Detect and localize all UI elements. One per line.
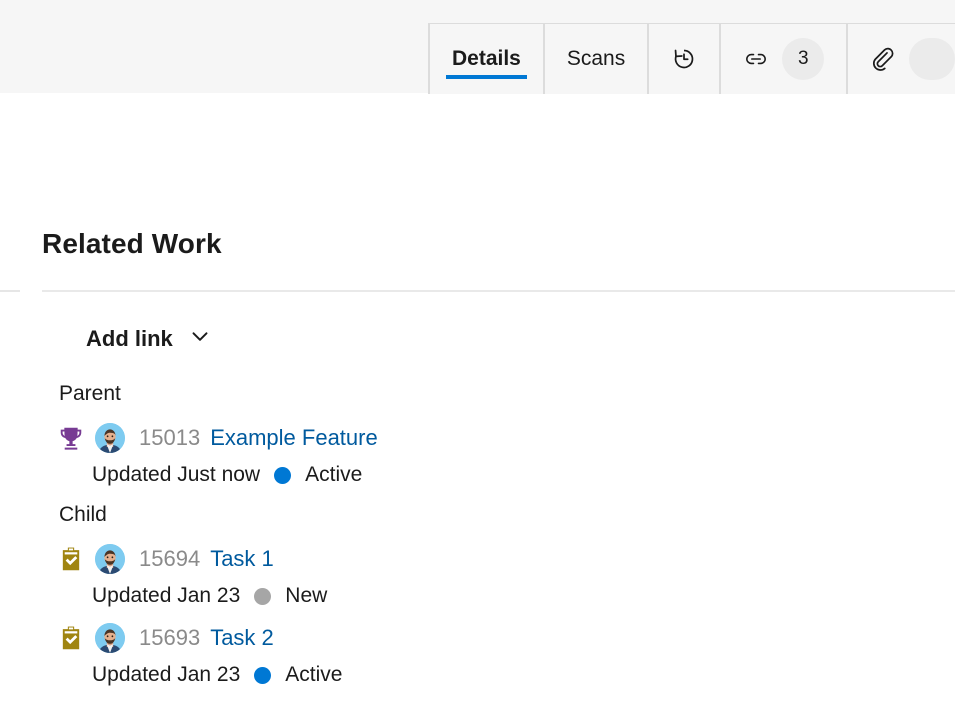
link-icon xyxy=(743,46,769,72)
tab-links[interactable]: 3 xyxy=(719,23,847,94)
link-group-label: Parent xyxy=(59,382,121,405)
avatar xyxy=(95,544,125,574)
state-dot-icon xyxy=(254,666,272,684)
add-link-button[interactable]: Add link xyxy=(86,323,213,354)
work-item-title-link[interactable]: Example Feature xyxy=(210,425,378,451)
tab-details-label: Details xyxy=(452,47,521,70)
links-count-badge: 3 xyxy=(782,38,825,80)
work-item-updated: Updated Just now xyxy=(92,463,261,486)
add-link-label: Add link xyxy=(86,325,173,351)
avatar xyxy=(95,423,125,453)
tab-scans[interactable]: Scans xyxy=(542,23,648,94)
link-group-label: Child xyxy=(59,503,107,526)
work-item-id: 15693 xyxy=(139,625,201,650)
link-group-items: 15694 Task 1 Updated Jan 23 New 15693 Ta… xyxy=(0,535,955,693)
work-item-state: Active xyxy=(305,463,363,486)
tab-history[interactable] xyxy=(647,23,720,94)
attachments-count-badge xyxy=(909,38,955,80)
related-work-list: Parent 15013 Example Feature Updated Jus… xyxy=(0,374,955,695)
active-tab-indicator xyxy=(446,75,527,79)
avatar xyxy=(95,623,125,653)
work-item-id: 15694 xyxy=(139,546,201,571)
task-clipboard-icon xyxy=(57,545,85,573)
work-item-state: Active xyxy=(285,663,343,686)
work-item-updated: Updated Jan 23 xyxy=(92,584,241,607)
related-work-item-meta: Updated Just now Active xyxy=(57,457,955,493)
tab-attachments[interactable] xyxy=(846,23,955,94)
state-dot-icon xyxy=(254,587,272,605)
tab-details[interactable]: Details xyxy=(428,23,543,94)
work-item-title-link[interactable]: Task 1 xyxy=(210,546,274,572)
work-item-updated: Updated Jan 23 xyxy=(92,663,241,686)
section-divider xyxy=(42,290,955,292)
related-work-item-meta: Updated Jan 23 New xyxy=(57,578,955,614)
tab-scans-label: Scans xyxy=(566,47,626,70)
link-group-parent: Parent 15013 Example Feature Updated Jus… xyxy=(0,374,955,493)
link-group-items: 15013 Example Feature Updated Just now A… xyxy=(0,414,955,493)
state-dot-icon xyxy=(274,466,292,484)
work-item-title-link[interactable]: Task 2 xyxy=(210,625,274,651)
chevron-down-icon xyxy=(187,323,213,354)
work-item-state: New xyxy=(285,584,328,607)
attachment-icon xyxy=(870,46,896,72)
link-group-child: Child 15694 Task 1 Updated Jan 23 New 15… xyxy=(0,495,955,693)
related-work-item-15013[interactable]: 15013 Example Feature Updated Just now A… xyxy=(0,414,955,493)
divider-stub xyxy=(0,290,20,292)
related-work-item-15694[interactable]: 15694 Task 1 Updated Jan 23 New xyxy=(0,535,955,614)
tab-list: Details Scans 3 xyxy=(428,23,955,94)
page-title: Related Work xyxy=(42,228,222,259)
history-icon xyxy=(671,46,697,72)
related-work-item-15693[interactable]: 15693 Task 2 Updated Jan 23 Active xyxy=(0,614,955,693)
task-clipboard-icon xyxy=(57,624,85,652)
work-item-id: 15013 xyxy=(139,425,201,450)
trophy-icon xyxy=(57,424,85,452)
work-item-tabbar: Details Scans 3 xyxy=(0,0,955,94)
related-work-item-meta: Updated Jan 23 Active xyxy=(57,657,955,693)
related-work-item-main: 15013 Example Feature xyxy=(57,421,955,455)
related-work-item-main: 15694 Task 1 xyxy=(57,542,955,576)
related-work-panel: Related Work Add link Parent 15013 Examp… xyxy=(0,94,955,716)
related-work-item-main: 15693 Task 2 xyxy=(57,621,955,655)
